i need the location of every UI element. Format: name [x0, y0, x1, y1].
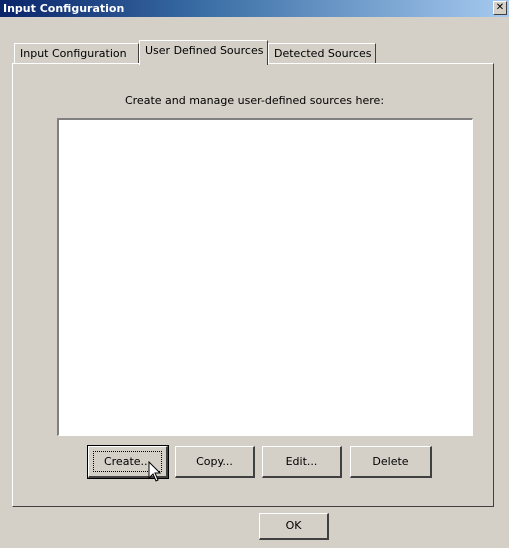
- tab-user-defined-sources[interactable]: User Defined Sources: [139, 40, 268, 65]
- dialog-window: Input Configuration ✕ Input Configuratio…: [0, 0, 509, 548]
- copy-button[interactable]: Copy...: [175, 446, 255, 478]
- close-button[interactable]: ✕: [493, 1, 507, 15]
- tab-label: User Defined Sources: [145, 44, 264, 57]
- tab-label: Input Configuration: [20, 47, 127, 60]
- tab-input-configuration[interactable]: Input Configuration: [14, 43, 139, 64]
- close-icon: ✕: [495, 2, 505, 13]
- ok-button[interactable]: OK: [259, 513, 329, 540]
- instruction-text: Create and manage user-defined sources h…: [124, 94, 385, 107]
- ok-button-label: OK: [285, 519, 302, 532]
- mouse-pointer-icon: [148, 461, 162, 482]
- create-button-label: Create...: [103, 455, 152, 468]
- tab-label: Detected Sources: [274, 47, 372, 60]
- edit-button-label: Edit...: [285, 455, 318, 468]
- window-title: Input Configuration: [3, 2, 125, 15]
- delete-button-label: Delete: [372, 455, 409, 468]
- tab-detected-sources[interactable]: Detected Sources: [268, 43, 376, 64]
- title-bar[interactable]: Input Configuration ✕: [0, 0, 509, 17]
- delete-button[interactable]: Delete: [350, 446, 432, 478]
- edit-button[interactable]: Edit...: [262, 446, 342, 478]
- copy-button-label: Copy...: [196, 455, 233, 468]
- user-sources-list[interactable]: [57, 118, 473, 436]
